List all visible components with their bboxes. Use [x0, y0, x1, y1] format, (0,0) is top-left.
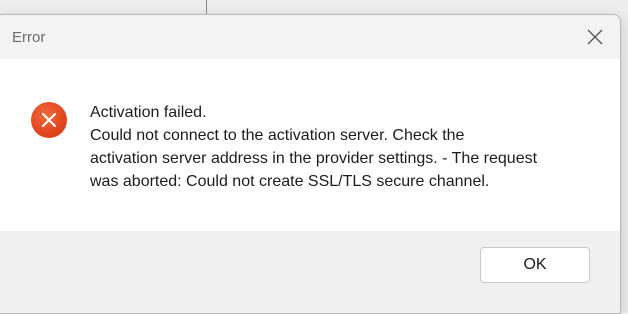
error-message: Activation failed. Could not connect to …	[90, 101, 590, 193]
dialog-titlebar: Error	[0, 15, 620, 59]
message-line: Activation failed.	[90, 104, 207, 121]
dialog-content: Activation failed. Could not connect to …	[0, 59, 620, 231]
message-line: was aborted: Could not create SSL/TLS se…	[90, 173, 490, 190]
close-icon	[587, 29, 603, 45]
dialog-title: Error	[12, 29, 46, 46]
ok-button[interactable]: OK	[480, 247, 590, 283]
close-button[interactable]	[580, 23, 610, 51]
error-dialog: Error Activation failed. Could not conne…	[0, 14, 621, 314]
message-line: Could not connect to the activation serv…	[90, 127, 465, 144]
error-x-icon	[31, 102, 67, 138]
dialog-footer: OK	[0, 231, 620, 313]
message-line: activation server address in the provide…	[90, 150, 538, 167]
